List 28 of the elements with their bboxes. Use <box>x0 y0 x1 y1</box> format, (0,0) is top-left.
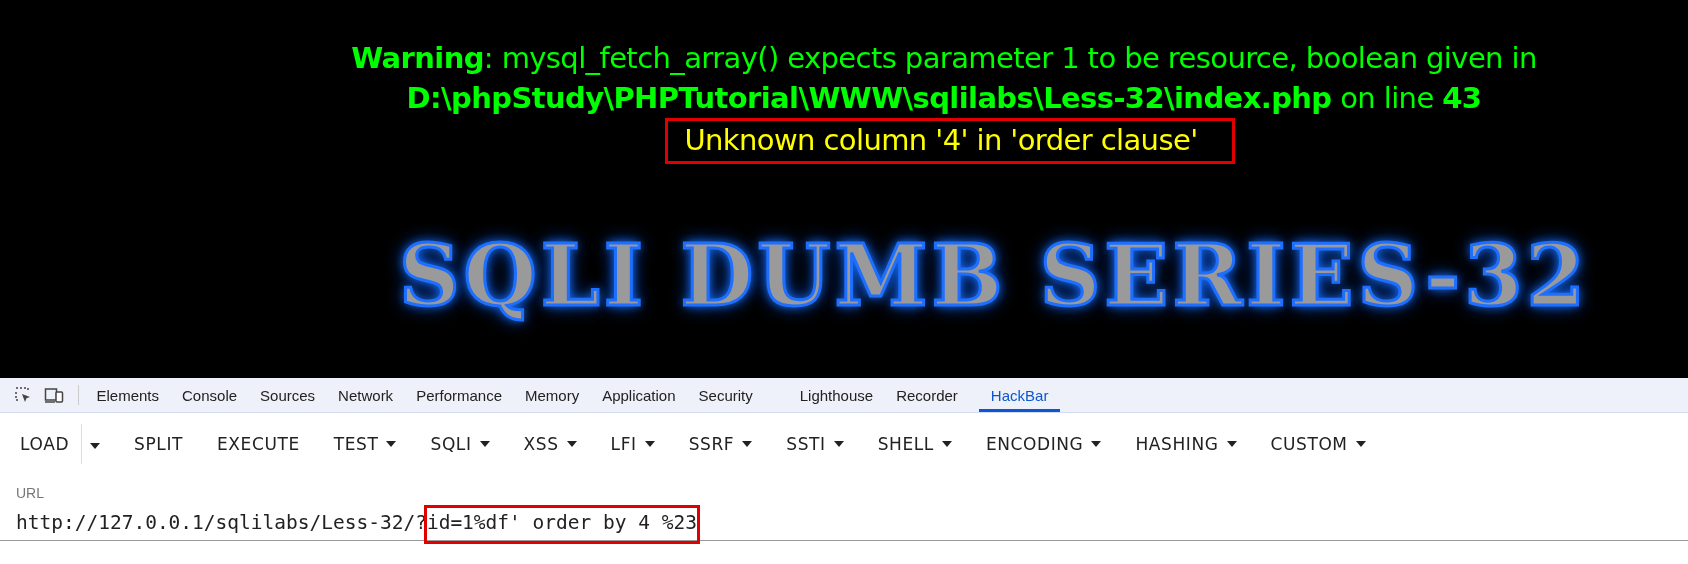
devtools-tab[interactable]: Lighthouse <box>788 378 885 412</box>
toolbar-button[interactable]: EXECUTE <box>205 426 312 462</box>
devtools-tab[interactable]: Security <box>687 378 765 412</box>
error-message: Unknown column '4' in 'order clause' <box>665 118 1235 164</box>
load-button[interactable]: LOAD <box>8 426 82 462</box>
menu-button[interactable]: CUSTOM <box>1258 426 1378 462</box>
menu-button[interactable]: SHELL <box>865 426 964 462</box>
devtools-tab[interactable]: Performance <box>404 378 514 412</box>
menu-button[interactable]: XSS <box>511 426 589 462</box>
url-label: URL <box>16 485 44 501</box>
menu-button[interactable]: LFI <box>598 426 667 462</box>
menu-button[interactable]: SQLI <box>418 426 502 462</box>
devtools-tab[interactable]: Application <box>590 378 688 412</box>
logo-title: SQLI DUMB SERIES-32 <box>398 226 1590 325</box>
devtools-tab[interactable]: Elements <box>85 378 171 412</box>
menu-button[interactable]: SSRF <box>676 426 765 462</box>
devtools-tab[interactable]: Console <box>170 378 249 412</box>
menu-button[interactable]: ENCODING <box>973 426 1114 462</box>
warning-message: Warning: mysql_fetch_array() expects parameter 1 to be resource, boolean given in D:\phpStudy\PHPTutorial\WWW\sqlilabs\Less-32\index.php on line 43 <box>351 40 1537 117</box>
devtools-tab[interactable]: Network <box>326 378 405 412</box>
menu-button[interactable]: SSTI <box>774 426 856 462</box>
toolbar-button[interactable]: SPLIT <box>122 426 195 462</box>
devtools-tab[interactable]: Memory <box>513 378 591 412</box>
devtools-tab[interactable]: Recorder <box>884 378 970 412</box>
menu-button[interactable]: HASHING <box>1123 426 1249 462</box>
devtools-tab[interactable]: Sources <box>248 378 327 412</box>
menu-button[interactable]: TEST <box>321 426 409 462</box>
devtools-tab[interactable]: HackBar <box>979 378 1060 412</box>
